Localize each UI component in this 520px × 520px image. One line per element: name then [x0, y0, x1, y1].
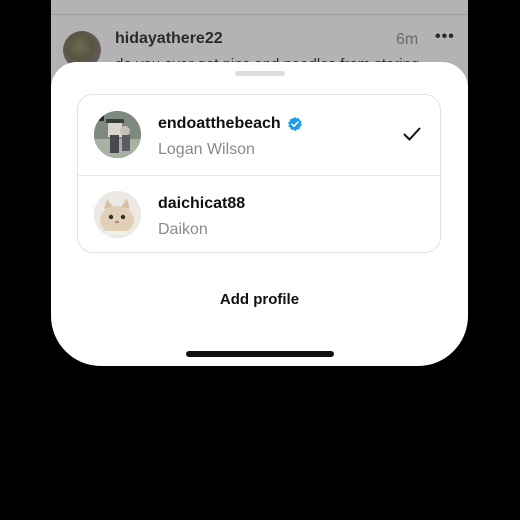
profile-username: daichicat88	[158, 195, 246, 212]
profile-row-daichicat88[interactable]: daichicat88 Daikon	[78, 175, 440, 252]
screen: hidayathere22 6m ••• do you ever get pin…	[0, 0, 520, 520]
profile-full-name: Logan Wilson	[158, 141, 255, 158]
avatar	[94, 191, 141, 238]
profile-full-name: Daikon	[158, 221, 208, 238]
username-line: endoatthebeach	[158, 115, 303, 133]
profile-row-endoatthebeach[interactable]: endoatthebeach Logan Wilson	[78, 95, 440, 176]
divider	[51, 0, 468, 15]
verified-badge-icon	[287, 117, 302, 131]
feed-username: hidayathere22	[115, 30, 223, 47]
add-profile-button[interactable]: Add profile	[51, 291, 468, 308]
profiles-list: endoatthebeach Logan Wilson daichicat88 …	[77, 94, 441, 253]
avatar-photo	[94, 111, 141, 158]
username-line: daichicat88	[158, 195, 245, 213]
more-horizontal-icon: •••	[435, 28, 455, 45]
avatar-photo	[94, 191, 141, 238]
home-indicator[interactable]	[186, 351, 334, 357]
sheet-grabber[interactable]	[235, 71, 285, 76]
checkmark-icon	[403, 127, 421, 141]
avatar	[94, 111, 141, 158]
profile-switcher-sheet: endoatthebeach Logan Wilson daichicat88 …	[51, 62, 468, 366]
feed-timestamp: 6m	[396, 31, 419, 48]
profile-username: endoatthebeach	[158, 115, 281, 132]
